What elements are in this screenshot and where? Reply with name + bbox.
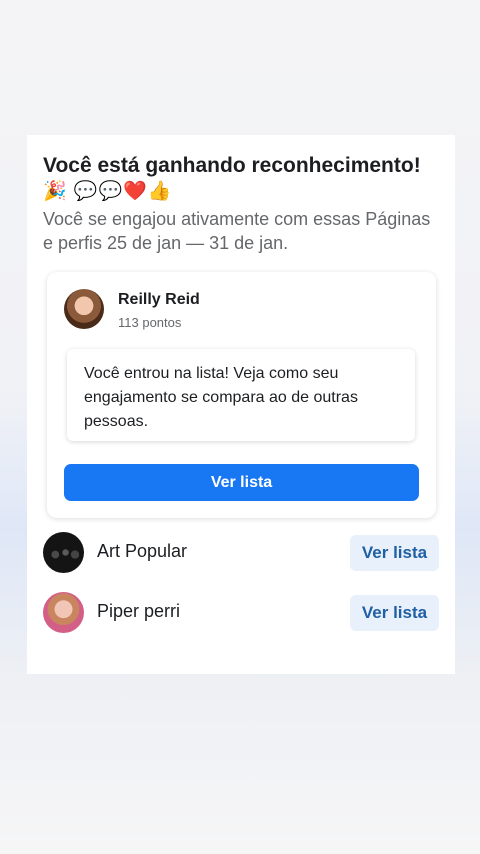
view-list-button[interactable]: Ver lista — [350, 595, 439, 631]
page-name[interactable]: Art Popular — [97, 541, 187, 562]
featured-profile-card: Reilly Reid 113 pontos Você entrou na li… — [47, 272, 436, 518]
emoji-reactions: 🎉 💬💬❤️👍 — [43, 181, 173, 202]
avatar[interactable] — [43, 532, 84, 573]
recognition-card: Você está ganhando reconhecimento! 🎉 💬💬❤… — [27, 135, 455, 674]
list-message: Você entrou na lista! Veja como seu enga… — [67, 349, 415, 441]
list-item: Art Popular Ver lista — [43, 532, 439, 574]
view-list-button[interactable]: Ver lista — [350, 535, 439, 571]
avatar[interactable] — [64, 289, 104, 329]
card-title: Você está ganhando reconhecimento! — [43, 154, 421, 177]
view-list-button[interactable]: Ver lista — [64, 464, 419, 501]
page-name[interactable]: Piper perri — [97, 601, 180, 622]
avatar[interactable] — [43, 592, 84, 633]
card-subtitle: Você se engajou ativamente com essas Pág… — [43, 209, 431, 253]
list-item: Piper perri Ver lista — [43, 592, 439, 634]
profile-name[interactable]: Reilly Reid — [118, 291, 200, 309]
profile-points: 113 pontos — [118, 315, 182, 330]
